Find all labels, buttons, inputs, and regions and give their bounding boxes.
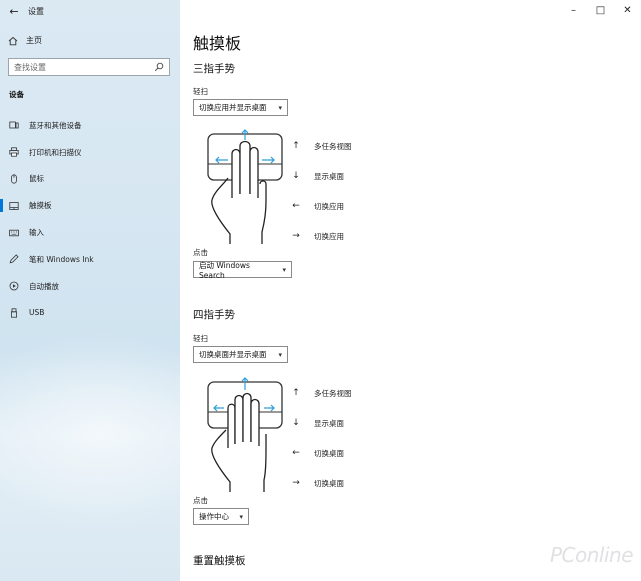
gesture-row: ↑ 多任务视图 [291,140,352,152]
home-link[interactable]: 主页 [8,35,42,46]
arrow-up-icon: ↑ [292,141,300,151]
three-finger-illustration [204,128,286,246]
sidebar-nav: 蓝牙和其他设备 打印机和扫描仪 鼠标 触摸板 输入 笔和 Windows Ink… [0,112,180,326]
arrow-down-icon: ↓ [292,171,300,181]
sidebar: ← 设置 主页 设备 蓝牙和其他设备 打印机和扫描仪 [0,0,180,581]
gesture-label: 多任务视图 [314,141,352,151]
sidebar-item-label: 输入 [29,228,44,238]
sidebar-item-label: 打印机和扫描仪 [29,147,82,157]
arrow-left-icon: ← [292,201,300,211]
gesture-label: 多任务视图 [314,388,352,398]
three-finger-gesture-list: ↑ 多任务视图 ↓ 显示桌面 ← 切换应用 → 切换应用 [291,140,352,242]
three-finger-tap-dropdown[interactable]: 启动 Windows Search ▾ [193,260,292,280]
autoplay-icon [9,281,19,291]
gesture-label: 切换应用 [314,231,344,241]
arrow-left-icon: ← [292,448,300,458]
gesture-row: ↓ 显示桌面 [291,170,352,182]
dropdown-value: 切换桌面并显示桌面 [199,350,267,359]
four-finger-tap-label: 点击 [193,496,208,505]
three-finger-swipe-dropdown[interactable]: 切换应用并显示桌面 ▾ [193,99,288,116]
sidebar-item-input[interactable]: 输入 [0,219,180,246]
search-icon[interactable] [154,62,164,72]
three-finger-swipe-label: 轻扫 [193,87,208,96]
gesture-label: 切换桌面 [314,478,344,488]
three-finger-heading: 三指手势 [193,63,235,75]
three-finger-tap-label: 点击 [193,248,208,257]
sidebar-item-label: 自动播放 [29,281,59,291]
minimize-button[interactable]: – [560,0,587,20]
printer-icon [9,147,19,157]
gesture-label: 显示桌面 [314,171,344,181]
mouse-icon [9,174,19,184]
sidebar-item-touchpad[interactable]: 触摸板 [0,192,180,219]
sidebar-item-usb[interactable]: USB [0,300,180,327]
arrow-down-icon: ↓ [292,418,300,428]
four-finger-heading: 四指手势 [193,309,235,321]
sidebar-item-bluetooth[interactable]: 蓝牙和其他设备 [0,112,180,139]
four-finger-illustration [204,376,286,494]
touchpad-hand-illustration [207,377,283,492]
arrow-right-icon: → [292,478,300,488]
back-button[interactable]: ← [0,0,28,22]
four-finger-swipe-label: 轻扫 [193,334,208,343]
home-label: 主页 [26,36,42,45]
gesture-row: ↑ 多任务视图 [291,387,352,399]
gesture-row: → 切换桌面 [291,477,352,489]
sidebar-item-label: 笔和 Windows Ink [29,254,94,264]
sidebar-item-label: USB [29,308,45,318]
dropdown-value: 启动 Windows Search [199,260,250,280]
reset-touchpad-heading: 重置触摸板 [193,555,246,567]
sidebar-item-label: 触摸板 [29,201,52,211]
back-arrow-icon: ← [9,4,19,18]
maximize-button[interactable]: □ [587,0,614,20]
home-icon [8,36,18,46]
gesture-label: 显示桌面 [314,418,344,428]
search-box[interactable] [8,58,170,76]
section-label: 设备 [9,90,24,99]
close-button[interactable]: ✕ [614,0,641,20]
title-bar: ← 设置 [0,0,180,22]
sidebar-item-label: 鼠标 [29,174,44,184]
gesture-row: ← 切换桌面 [291,447,352,459]
sidebar-item-autoplay[interactable]: 自动播放 [0,273,180,300]
sidebar-item-pen[interactable]: 笔和 Windows Ink [0,246,180,273]
sidebar-item-mouse[interactable]: 鼠标 [0,166,180,193]
chevron-down-icon: ▾ [278,103,282,112]
arrow-up-icon: ↑ [292,388,300,398]
four-finger-gesture-list: ↑ 多任务视图 ↓ 显示桌面 ← 切换桌面 → 切换桌面 [291,387,352,489]
sidebar-item-printers[interactable]: 打印机和扫描仪 [0,139,180,166]
chevron-down-icon: ▾ [239,512,243,521]
four-finger-swipe-dropdown[interactable]: 切换桌面并显示桌面 ▾ [193,346,288,363]
chevron-down-icon: ▾ [282,265,286,274]
four-finger-tap-dropdown[interactable]: 操作中心 ▾ [193,508,249,525]
gesture-label: 切换应用 [314,201,344,211]
dropdown-value: 操作中心 [199,512,229,521]
watermark-logo: PConline [549,543,634,567]
page-title: 触摸板 [193,34,242,53]
window-controls: – □ ✕ [560,0,641,20]
gesture-row: ↓ 显示桌面 [291,417,352,429]
keyboard-icon [9,228,19,238]
sidebar-item-label: 蓝牙和其他设备 [29,120,82,130]
arrow-right-icon: → [292,231,300,241]
gesture-row: → 切换应用 [291,230,352,242]
search-input[interactable] [14,62,154,72]
touchpad-hand-illustration [207,129,283,244]
chevron-down-icon: ▾ [278,350,282,359]
pen-icon [9,254,19,264]
gesture-row: ← 切换应用 [291,200,352,212]
app-title: 设置 [28,6,44,16]
maximize-icon: □ [595,4,606,16]
dropdown-value: 切换应用并显示桌面 [199,103,267,112]
close-icon: ✕ [623,4,632,16]
bluetooth-devices-icon [9,120,19,130]
touchpad-icon [9,201,19,211]
gesture-label: 切换桌面 [314,448,344,458]
main-content: 触摸板 三指手势 轻扫 切换应用并显示桌面 ▾ ↑ 多任务视图 ↓ 显示桌面 ←… [180,0,641,581]
minimize-icon: – [571,4,576,16]
usb-icon [9,308,19,318]
